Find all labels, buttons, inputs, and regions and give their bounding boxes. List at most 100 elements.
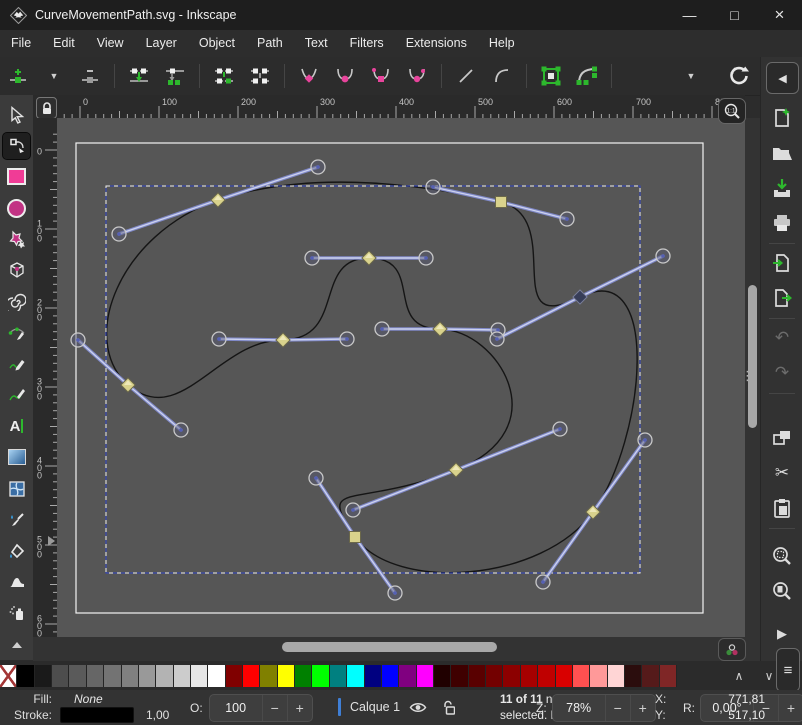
tool-pencil[interactable] (3, 351, 30, 377)
palette-swatch[interactable] (451, 665, 468, 687)
palette-menu-button[interactable]: ≡ (776, 648, 800, 692)
tool-ellipse[interactable] (3, 195, 30, 221)
make-smooth-node-button[interactable] (332, 62, 358, 90)
palette-swatch[interactable] (382, 665, 399, 687)
palette-swatch[interactable] (52, 665, 69, 687)
opacity-spinbox[interactable]: 100 − + (209, 694, 313, 722)
tool-spiral[interactable] (3, 289, 30, 315)
palette-swatch[interactable] (538, 665, 555, 687)
palette-swatch[interactable] (625, 665, 642, 687)
palette-swatch[interactable] (434, 665, 451, 687)
tool-rectangle[interactable] (3, 164, 30, 190)
expand-commands-button[interactable]: ▶ (761, 621, 802, 647)
palette-swatch[interactable] (312, 665, 329, 687)
tool-box3d[interactable] (3, 257, 30, 283)
more-options-dropdown[interactable]: ▼ (678, 62, 704, 90)
menu-item-view[interactable]: View (86, 30, 135, 57)
palette-swatch[interactable] (469, 665, 486, 687)
opacity-decrease-button[interactable]: − (262, 695, 287, 721)
delete-segment-button[interactable] (247, 62, 273, 90)
menu-item-help[interactable]: Help (478, 30, 526, 57)
tool-tweak[interactable] (3, 569, 30, 595)
tool-pen[interactable] (3, 320, 30, 346)
stroke-swatch[interactable] (60, 707, 134, 723)
palette-swatch[interactable] (503, 665, 520, 687)
tool-node-editor[interactable] (3, 133, 30, 159)
palette-swatch[interactable] (260, 665, 277, 687)
new-document-button[interactable] (761, 105, 802, 131)
zoom-selection-button[interactable] (761, 543, 802, 569)
make-auto-smooth-node-button[interactable] (404, 62, 430, 90)
palette-swatch[interactable] (347, 665, 364, 687)
horizontal-ruler[interactable]: 0100200300400500600700800 (57, 95, 745, 118)
menu-item-object[interactable]: Object (188, 30, 246, 57)
make-segment-line-button[interactable] (453, 62, 479, 90)
export-button[interactable] (761, 285, 802, 311)
palette-swatch[interactable] (330, 665, 347, 687)
zoom-drawing-button[interactable] (761, 578, 802, 604)
minimize-button[interactable]: — (667, 0, 712, 30)
menu-item-edit[interactable]: Edit (42, 30, 86, 57)
palette-scroll-up-button[interactable]: ∧ (724, 669, 754, 683)
menu-item-filters[interactable]: Filters (339, 30, 395, 57)
toolbox-overflow[interactable] (3, 631, 30, 657)
make-segment-curve-button[interactable] (489, 62, 515, 90)
join-with-segment-button[interactable] (162, 62, 188, 90)
opacity-value[interactable]: 100 (210, 701, 262, 715)
canvas[interactable] (57, 118, 745, 637)
stroke-width[interactable]: 1,00 (146, 708, 169, 723)
insert-node-options-dropdown[interactable]: ▼ (41, 62, 67, 90)
tool-text[interactable]: A (3, 413, 30, 439)
tool-mesh-gradient[interactable] (3, 476, 30, 502)
stroke-to-path-button[interactable] (574, 62, 600, 90)
cut-button[interactable]: ✂ (761, 460, 802, 486)
palette-swatch[interactable] (365, 665, 382, 687)
rotate-handles-button[interactable] (726, 62, 752, 90)
palette-swatch[interactable] (17, 665, 34, 687)
zoom-value[interactable]: 78% (553, 701, 605, 715)
print-button[interactable] (761, 210, 802, 236)
tool-dropper[interactable] (3, 507, 30, 533)
palette-swatch[interactable] (226, 665, 243, 687)
paste-button[interactable] (761, 495, 802, 521)
palette-swatch[interactable] (243, 665, 260, 687)
delete-node-button[interactable] (77, 62, 103, 90)
menu-item-text[interactable]: Text (294, 30, 339, 57)
horizontal-scrollbar-thumb[interactable] (282, 642, 497, 652)
open-document-button[interactable] (761, 140, 802, 166)
palette-swatch[interactable] (156, 665, 173, 687)
path-node-cusp[interactable] (350, 532, 361, 543)
palette-swatch[interactable] (69, 665, 86, 687)
palette-swatch[interactable] (87, 665, 104, 687)
redo-button[interactable]: ↷ (761, 360, 802, 386)
zoom-spinbox[interactable]: 78% − + (552, 694, 656, 722)
palette-swatch[interactable] (486, 665, 503, 687)
menu-item-layer[interactable]: Layer (135, 30, 188, 57)
lock-rulers-button[interactable] (36, 97, 57, 119)
layer-name[interactable]: Calque 1 (350, 700, 400, 714)
menu-item-extensions[interactable]: Extensions (395, 30, 478, 57)
palette-swatch[interactable] (417, 665, 434, 687)
collapse-panel-button[interactable]: ◀ (766, 62, 799, 94)
import-button[interactable] (761, 250, 802, 276)
palette-swatch[interactable] (521, 665, 538, 687)
tool-gradient[interactable] (3, 444, 30, 470)
palette-swatch[interactable] (399, 665, 416, 687)
layer-visibility-icon[interactable] (409, 701, 427, 714)
make-symmetric-node-button[interactable] (368, 62, 394, 90)
join-nodes-button[interactable] (126, 62, 152, 90)
palette-swatch[interactable] (191, 665, 208, 687)
tool-calligraphy[interactable] (3, 382, 30, 408)
menu-item-file[interactable]: File (0, 30, 42, 57)
fill-stroke-indicator[interactable]: Fill: None Stroke: 1,00 (4, 691, 189, 723)
save-document-button[interactable] (761, 175, 802, 201)
close-button[interactable]: × (757, 0, 802, 30)
palette-swatch[interactable] (278, 665, 295, 687)
tool-selector[interactable] (3, 102, 30, 128)
object-to-path-button[interactable] (538, 62, 564, 90)
palette-swatch[interactable] (660, 665, 677, 687)
palette-swatch[interactable] (0, 665, 17, 687)
maximize-button[interactable]: □ (712, 0, 757, 30)
palette-swatch[interactable] (122, 665, 139, 687)
layer-lock-icon[interactable] (442, 700, 455, 715)
